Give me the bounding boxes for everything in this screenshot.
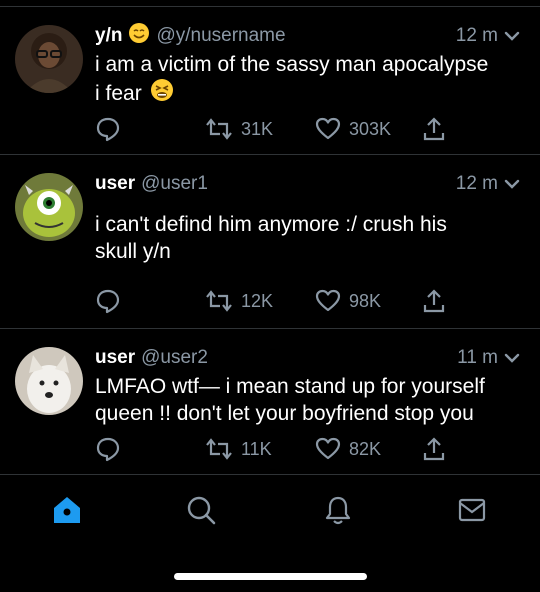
tweet-text-line: queen !! don't let your boyfriend stop y… [95, 402, 474, 425]
display-name[interactable]: user [95, 347, 135, 369]
tab-home[interactable] [52, 495, 82, 525]
tweet[interactable]: y/n @y/nusername 12 m i am a victim of t… [0, 6, 540, 155]
tweet-header: y/n @y/nusername 12 m [95, 23, 520, 49]
share-button[interactable] [423, 437, 445, 461]
reply-icon [96, 289, 120, 314]
notifications-icon [325, 496, 351, 525]
smiling-emoji-icon [128, 22, 150, 50]
tweet-text-line: skull y/n [95, 240, 171, 263]
tweet-header: user @user2 11 m [95, 345, 520, 371]
tweet[interactable]: user @user1 12 m i can't defind him anym… [0, 154, 540, 329]
display-name[interactable]: y/n [95, 25, 122, 47]
chevron-down-icon[interactable] [504, 353, 520, 363]
like-count: 82K [349, 438, 382, 459]
timestamp: 12 m [456, 25, 520, 47]
reply-button[interactable] [95, 116, 121, 142]
heart-icon [315, 117, 341, 140]
avatar[interactable] [15, 347, 83, 415]
chevron-down-icon[interactable] [504, 179, 520, 189]
time-label: 11 m [457, 347, 498, 368]
reply-icon [96, 437, 120, 462]
bottom-tab-bar [0, 474, 540, 550]
retweet-count: 31K [241, 118, 274, 139]
timestamp: 12 m [456, 173, 520, 195]
tweet[interactable]: user @user2 11 m LMFAO wtf— i mean stand… [0, 328, 540, 475]
retweet-button[interactable]: 12K [205, 289, 273, 313]
share-button[interactable] [423, 289, 445, 313]
tab-notifications[interactable] [323, 495, 353, 525]
chevron-down-icon[interactable] [504, 31, 520, 41]
reply-button[interactable] [95, 436, 121, 462]
username-handle[interactable]: @y/nusername [156, 25, 285, 47]
home-icon [54, 497, 80, 523]
display-name[interactable]: user [95, 173, 135, 195]
tweet-text-line: i am a victim of the sassy man apocalyps… [95, 53, 489, 76]
share-icon [423, 289, 445, 313]
share-icon [423, 117, 445, 141]
share-icon [423, 437, 445, 461]
tweet-actions: 12K 98K [95, 287, 460, 315]
like-count: 98K [349, 290, 382, 311]
heart-icon [315, 289, 341, 312]
like-button[interactable]: 82K [315, 437, 381, 461]
tweet-text: i can't defind him anymore :/ crush his … [95, 211, 522, 265]
tweet-text-line: i can't defind him anymore :/ crush his [95, 213, 447, 236]
timestamp: 11 m [457, 347, 520, 369]
tweet-text: LMFAO wtf— i mean stand up for yourself … [95, 373, 522, 427]
retweet-icon [206, 118, 232, 140]
time-label: 12 m [455, 25, 498, 46]
retweet-icon [206, 290, 232, 312]
avatar[interactable] [15, 173, 83, 241]
like-count: 303K [349, 118, 392, 139]
tab-messages[interactable] [457, 495, 487, 525]
time-label: 12 m [455, 173, 498, 194]
like-button[interactable]: 303K [315, 117, 391, 141]
tweet-actions: 31K 303K [95, 115, 460, 143]
tweet-text-line: i fear [95, 82, 142, 105]
reply-button[interactable] [95, 288, 121, 314]
tired-face-emoji-icon [150, 78, 174, 109]
like-button[interactable]: 98K [315, 289, 381, 313]
retweet-count: 12K [241, 290, 274, 311]
search-icon [187, 496, 216, 525]
tweet-text-line: LMFAO wtf— i mean stand up for yourself [95, 375, 485, 398]
avatar[interactable] [15, 25, 83, 93]
tweet-actions: 11K 82K [95, 435, 460, 463]
tab-search[interactable] [186, 495, 216, 525]
retweet-button[interactable]: 31K [205, 117, 273, 141]
tweet-text: i am a victim of the sassy man apocalyps… [95, 51, 522, 109]
home-indicator[interactable] [174, 573, 367, 580]
retweet-icon [206, 438, 232, 460]
retweet-count: 11K [241, 438, 272, 459]
retweet-button[interactable]: 11K [205, 437, 272, 461]
reply-icon [96, 117, 120, 142]
username-handle[interactable]: @user1 [141, 173, 208, 195]
heart-icon [315, 437, 341, 460]
username-handle[interactable]: @user2 [141, 347, 208, 369]
share-button[interactable] [423, 117, 445, 141]
messages-icon [458, 498, 486, 522]
tweet-header: user @user1 12 m [95, 171, 520, 197]
